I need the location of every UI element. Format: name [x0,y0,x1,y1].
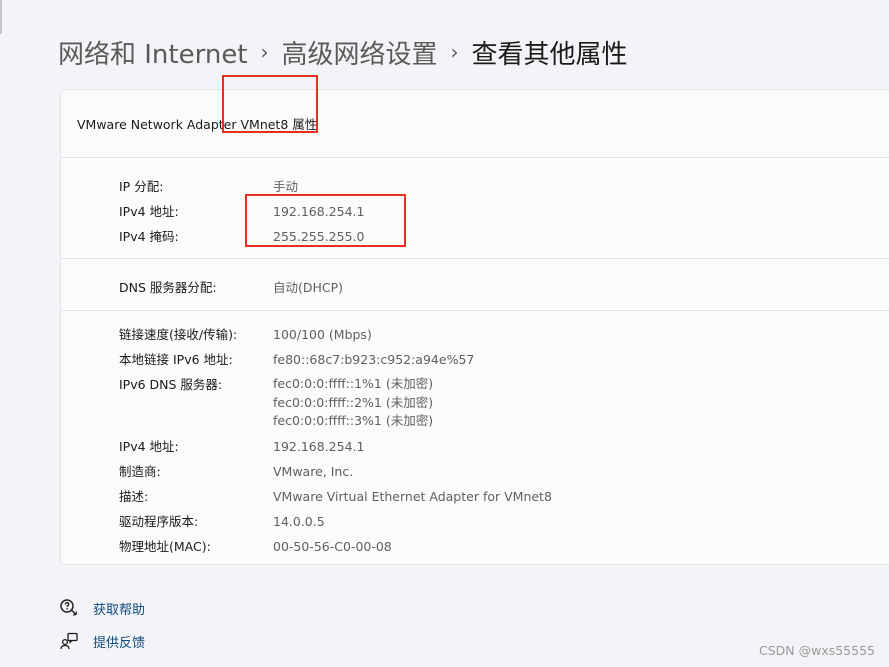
property-row: 物理地址(MAC): 00-50-56-C0-00-08 [119,534,889,559]
property-label: 物理地址(MAC): [119,538,211,554]
property-label: 描述: [119,488,149,504]
breadcrumb-advanced-network-settings[interactable]: 高级网络设置 [282,34,438,71]
property-label: IPv6 DNS 服务器: [119,377,223,392]
adapter-properties-title: VMware Network Adapter VMnet8 属性 [61,90,889,158]
dns-assignment-section: DNS 服务器分配: 自动(DHCP) [61,259,889,311]
ipv6-dns-server: fec0:0:0:ffff::2%1 (未加密) [273,394,434,410]
property-label: 驱动程序版本: [119,513,199,529]
property-label: 链接速度(接收/传输): [119,327,238,342]
give-feedback-link[interactable]: 提供反馈 [59,631,145,651]
property-value: VMware, Inc. [273,463,354,479]
property-value: 255.255.255.0 [273,229,365,244]
property-row: 制造商: VMware, Inc. [119,459,889,484]
settings-page: 网络和 Internet › 高级网络设置 › 查看其他属性 VMware Ne… [0,0,889,667]
property-value: 手动 [273,179,299,194]
property-value: 192.168.254.1 [273,438,365,454]
page-title: 查看其他属性 [471,39,628,70]
give-feedback-label: 提供反馈 [93,635,146,651]
property-label: IP 分配: [119,179,164,194]
chevron-right-icon: › [260,40,269,64]
feedback-icon [60,632,78,650]
property-value: 14.0.0.5 [273,513,325,529]
get-help-link[interactable]: 获取帮助 [59,598,145,618]
get-help-label: 获取帮助 [93,602,146,618]
property-label: IPv4 地址: [119,438,179,454]
adapter-details-section: 链接速度(接收/传输): 100/100 (Mbps) 本地链接 IPv6 地址… [61,311,889,559]
property-value: 自动(DHCP) [273,280,344,295]
property-row: IP 分配: 手动 [119,174,889,199]
property-label: IPv4 地址: [119,204,179,219]
property-row: DNS 服务器分配: 自动(DHCP) [119,275,889,300]
property-value: fe80::68c7:b923:c952:a94e%57 [273,352,475,367]
chevron-right-icon: › [450,40,459,64]
property-value: 192.168.254.1 [273,204,365,219]
property-row: 链接速度(接收/传输): 100/100 (Mbps) [119,322,889,347]
property-row: 本地链接 IPv6 地址: fe80::68c7:b923:c952:a94e%… [119,347,889,372]
ipv6-dns-server: fec0:0:0:ffff::1%1 (未加密) [273,376,434,391]
property-row: IPv4 地址: 192.168.254.1 [119,434,889,459]
breadcrumb: 网络和 Internet › 高级网络设置 › 查看其他属性 [58,30,628,74]
watermark: CSDN @wxs55555 [758,643,875,658]
property-row: 驱动程序版本: 14.0.0.5 [119,509,889,534]
ip-assignment-section: IP 分配: 手动 IPv4 地址: 192.168.254.1 IPv4 掩码… [61,158,889,259]
property-value: 00-50-56-C0-00-08 [273,538,392,554]
property-label: IPv4 掩码: [119,229,179,244]
help-icon [60,599,77,616]
property-label: DNS 服务器分配: [119,280,217,295]
property-row: IPv4 地址: 192.168.254.1 [119,199,889,224]
adapter-properties-card: VMware Network Adapter VMnet8 属性 IP 分配: … [60,89,889,565]
breadcrumb-network-internet[interactable]: 网络和 Internet [58,34,248,71]
property-value-list: fec0:0:0:ffff::1%1 (未加密) fec0:0:0:ffff::… [273,372,433,431]
property-value: VMware Virtual Ethernet Adapter for VMne… [273,488,552,504]
property-label: 制造商: [119,463,161,479]
property-row: 描述: VMware Virtual Ethernet Adapter for … [119,484,889,509]
property-row: IPv4 掩码: 255.255.255.0 [119,224,889,249]
property-row: IPv6 DNS 服务器: fec0:0:0:ffff::1%1 (未加密) f… [119,372,889,431]
ipv6-dns-server: fec0:0:0:ffff::3%1 (未加密) [273,413,434,428]
property-value: 100/100 (Mbps) [273,327,372,342]
window-edge [0,0,2,34]
property-label: 本地链接 IPv6 地址: [119,352,233,367]
